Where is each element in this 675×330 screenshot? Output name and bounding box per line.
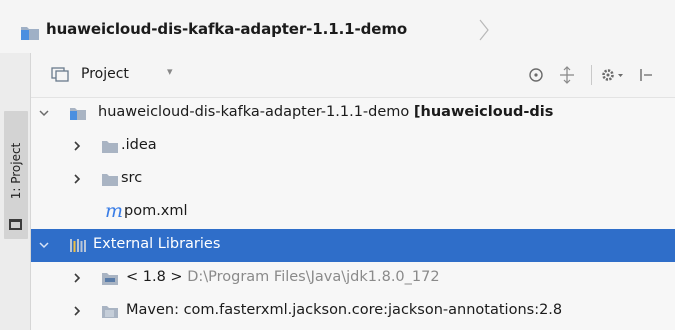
tree-row-pom[interactable]: m pom.xml xyxy=(31,196,675,229)
tree-label-pom: pom.xml xyxy=(124,203,188,219)
tree-row-maven-library[interactable]: Maven: com.fasterxml.jackson.core:jackso… xyxy=(31,295,675,328)
collapse-all-icon[interactable] xyxy=(557,65,577,85)
view-mode-icon xyxy=(51,67,69,82)
chevron-right-icon[interactable] xyxy=(70,304,84,318)
project-tool-icon xyxy=(9,219,22,230)
jdk-folder-icon xyxy=(102,273,118,285)
project-tool-tab-label: 1: Project xyxy=(9,142,23,200)
root-module: [huaweicloud-dis xyxy=(413,104,554,120)
library-jar-icon xyxy=(102,306,118,318)
chevron-right-icon[interactable] xyxy=(70,139,84,153)
tree-label-jdk: < 1.8 > D:\Program Files\Java\jdk1.8.0_1… xyxy=(126,269,440,285)
tree-row-jdk[interactable]: < 1.8 > D:\Program Files\Java\jdk1.8.0_1… xyxy=(31,262,675,295)
gear-icon[interactable] xyxy=(599,65,625,85)
folder-icon xyxy=(102,141,118,153)
breadcrumb-chevron-icon xyxy=(479,19,489,41)
tree-row-idea[interactable]: .idea xyxy=(31,130,675,163)
folder-icon xyxy=(102,174,118,186)
navigation-bar: huaweicloud-dis-kafka-adapter-1.1.1-demo xyxy=(0,0,675,53)
module-folder-icon xyxy=(70,108,86,120)
tree-label-idea: .idea xyxy=(121,137,157,153)
tree-label-maven-library: Maven: com.fasterxml.jackson.core:jackso… xyxy=(126,302,563,318)
tree-label-external-libraries: External Libraries xyxy=(93,236,221,252)
chevron-down-icon[interactable] xyxy=(37,238,51,252)
toolbar-separator xyxy=(591,65,592,85)
tree-label-src: src xyxy=(121,170,143,186)
project-tool-tab-label-wrap: 1: Project xyxy=(6,115,26,227)
tree-row-external-libraries[interactable]: External Libraries xyxy=(31,229,675,262)
chevron-down-icon[interactable]: ▾ xyxy=(167,65,173,78)
library-icon xyxy=(70,239,86,252)
tree-row-root[interactable]: huaweicloud-dis-kafka-adapter-1.1.1-demo… xyxy=(31,97,675,130)
view-selector[interactable]: Project xyxy=(81,66,129,82)
breadcrumb-project[interactable]: huaweicloud-dis-kafka-adapter-1.1.1-demo xyxy=(46,20,407,38)
root-name: huaweicloud-dis-kafka-adapter-1.1.1-demo xyxy=(98,104,410,120)
jdk-name: < 1.8 > xyxy=(126,269,183,285)
sync-icon[interactable] xyxy=(526,65,546,85)
project-panel: Project ▾ huaweicloud-dis-kafka-adapter-… xyxy=(31,53,675,330)
panel-header: Project ▾ xyxy=(31,53,675,98)
hide-icon[interactable] xyxy=(637,65,657,85)
tree-label-root: huaweicloud-dis-kafka-adapter-1.1.1-demo… xyxy=(98,104,553,120)
chevron-right-icon[interactable] xyxy=(70,172,84,186)
tree-row-src[interactable]: src xyxy=(31,163,675,196)
maven-file-icon: m xyxy=(105,200,124,222)
jdk-path: D:\Program Files\Java\jdk1.8.0_172 xyxy=(187,269,440,285)
chevron-down-icon[interactable] xyxy=(37,106,51,120)
chevron-right-icon[interactable] xyxy=(70,271,84,285)
module-folder-icon xyxy=(21,27,39,40)
tool-window-strip: 1: Project xyxy=(0,53,31,330)
